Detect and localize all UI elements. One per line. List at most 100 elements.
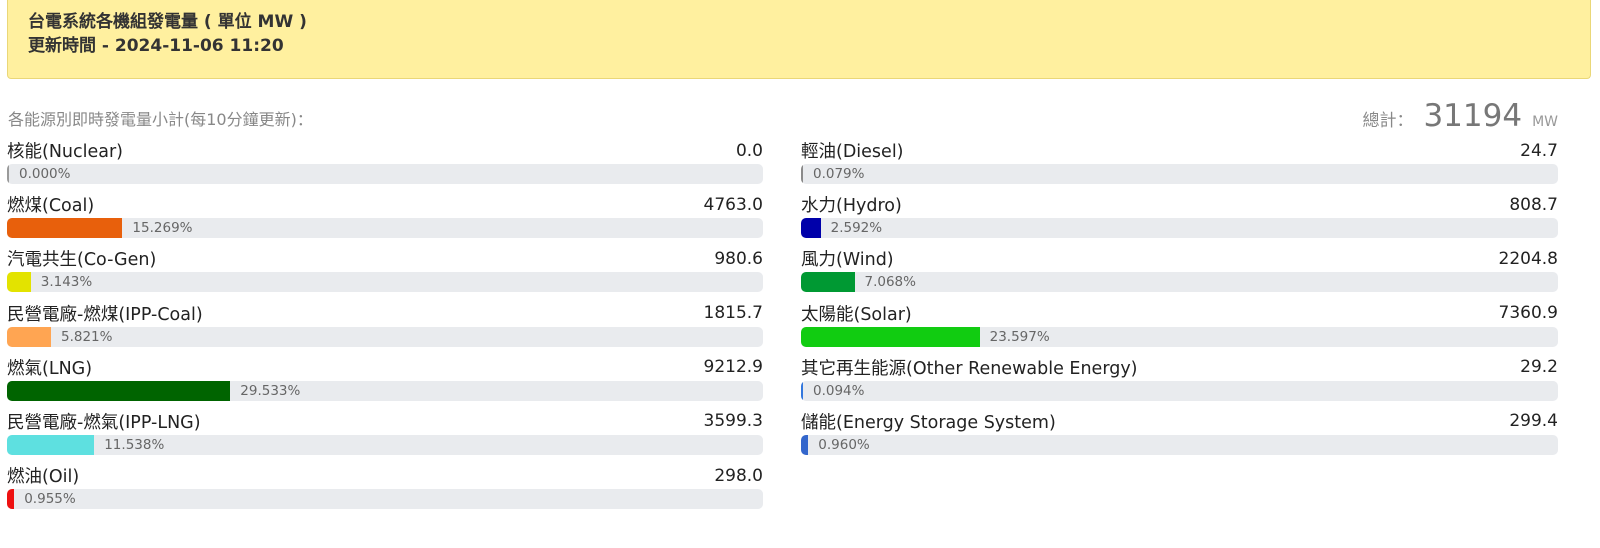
energy-row: 核能(Nuclear) 0.0 <box>7 138 763 163</box>
energy-item: 汽電共生(Co-Gen) 980.6 3.143% <box>7 246 763 300</box>
energy-name: 太陽能(Solar) <box>801 304 912 325</box>
energy-list-right: 輕油(Diesel) 24.7 0.079% 水力(Hydro) 808.7 2.592%… <box>801 138 1558 463</box>
percent-label: 0.079% <box>813 166 865 182</box>
page-title: 台電系統各機組發電量 ( 單位 MW ) <box>28 12 307 32</box>
energy-row: 其它再生能源(Other Renewable Energy) 29.2 <box>801 355 1558 380</box>
energy-item: 民營電廠-燃氣(IPP-LNG) 3599.3 11.538% <box>7 409 763 463</box>
progress-fill <box>7 164 9 184</box>
total-unit: MW <box>1532 114 1558 130</box>
percent-label: 5.821% <box>61 328 113 345</box>
energy-value: 29.2 <box>1520 357 1558 378</box>
progress-track: 5.821% <box>7 326 763 347</box>
energy-item: 燃油(Oil) 298.0 0.955% <box>7 463 763 517</box>
energy-name: 燃油(Oil) <box>7 467 80 488</box>
energy-item: 儲能(Energy Storage System) 299.4 0.960% <box>801 409 1558 463</box>
percent-label: 0.000% <box>19 166 71 182</box>
energy-row: 燃煤(Coal) 4763.0 <box>7 192 763 217</box>
energy-row: 燃氣(LNG) 9212.9 <box>7 355 763 380</box>
energy-value: 980.6 <box>714 248 763 269</box>
energy-name: 汽電共生(Co-Gen) <box>7 250 157 271</box>
progress-track: 3.143% <box>7 272 763 293</box>
total-value: 31194 <box>1423 98 1523 134</box>
percent-label: 3.143% <box>40 274 93 291</box>
percent-label: 29.533% <box>240 382 301 399</box>
progress-track: 7.068% <box>801 272 1558 293</box>
energy-name: 其它再生能源(Other Renewable Energy) <box>801 358 1138 379</box>
energy-name: 風力(Wind) <box>801 250 894 271</box>
progress-track: 15.269% <box>7 218 763 239</box>
energy-row: 汽電共生(Co-Gen) 980.6 <box>7 246 763 271</box>
percent-label: 2.592% <box>830 220 883 237</box>
energy-value: 4763.0 <box>703 194 763 215</box>
progress-fill <box>7 380 231 401</box>
energy-value: 24.7 <box>1520 140 1558 161</box>
progress-fill <box>801 434 809 455</box>
energy-value: 298.0 <box>714 465 763 486</box>
energy-item: 民營電廠-燃煤(IPP-Coal) 1815.7 5.821% <box>7 301 763 355</box>
percent-label: 23.597% <box>989 328 1050 345</box>
progress-track: 0.000% <box>7 164 763 184</box>
progress-fill <box>801 326 980 347</box>
progress-track: 0.079% <box>801 164 1558 184</box>
percent-label: 0.094% <box>813 382 865 399</box>
energy-item: 輕油(Diesel) 24.7 0.079% <box>801 138 1558 192</box>
progress-track: 2.592% <box>801 218 1558 239</box>
energy-item: 太陽能(Solar) 7360.9 23.597% <box>801 301 1558 355</box>
energy-row: 太陽能(Solar) 7360.9 <box>801 301 1558 326</box>
progress-fill <box>7 218 123 239</box>
percent-label: 11.538% <box>104 436 165 453</box>
energy-row: 水力(Hydro) 808.7 <box>801 192 1558 217</box>
progress-fill <box>801 164 803 184</box>
progress-fill <box>801 272 855 293</box>
total-summary: 總計： 31194 MW <box>1362 98 1558 134</box>
energy-item: 水力(Hydro) 808.7 2.592% <box>801 192 1558 246</box>
update-time: 更新時間 - 2024-11-06 11:20 <box>28 36 284 56</box>
energy-value: 7360.9 <box>1498 303 1558 324</box>
header-banner: 台電系統各機組發電量 ( 單位 MW ) 更新時間 - 2024-11-06 1… <box>7 0 1591 79</box>
progress-track: 0.955% <box>7 489 763 510</box>
energy-name: 燃氣(LNG) <box>7 358 93 379</box>
energy-name: 水力(Hydro) <box>801 196 902 217</box>
progress-fill <box>801 380 803 401</box>
energy-name: 燃煤(Coal) <box>7 196 95 217</box>
progress-track: 29.533% <box>7 380 763 401</box>
energy-value: 808.7 <box>1509 194 1558 215</box>
progress-track: 0.094% <box>801 380 1558 401</box>
energy-item: 燃氣(LNG) 9212.9 29.533% <box>7 355 763 409</box>
progress-track: 11.538% <box>7 434 763 455</box>
energy-item: 核能(Nuclear) 0.0 0.000% <box>7 138 763 192</box>
progress-fill <box>7 272 31 293</box>
energy-row: 民營電廠-燃氣(IPP-LNG) 3599.3 <box>7 409 763 434</box>
energy-item: 燃煤(Coal) 4763.0 15.269% <box>7 192 763 246</box>
energy-name: 儲能(Energy Storage System) <box>801 412 1056 433</box>
progress-fill <box>7 326 51 347</box>
progress-track: 0.960% <box>801 434 1558 455</box>
energy-list-left: 核能(Nuclear) 0.0 0.000% 燃煤(Coal) 4763.0 15.269… <box>7 138 763 517</box>
percent-label: 7.068% <box>864 274 916 291</box>
section-subtitle: 各能源別即時發電量小計(每10分鐘更新)： <box>8 110 313 129</box>
progress-track: 23.597% <box>801 326 1558 347</box>
percent-label: 15.269% <box>132 220 193 237</box>
energy-row: 輕油(Diesel) 24.7 <box>801 138 1558 163</box>
energy-value: 3599.3 <box>703 411 763 432</box>
energy-name: 民營電廠-燃氣(IPP-LNG) <box>7 412 201 433</box>
energy-name: 核能(Nuclear) <box>7 142 124 162</box>
energy-row: 民營電廠-燃煤(IPP-Coal) 1815.7 <box>7 301 763 326</box>
energy-item: 風力(Wind) 2204.8 7.068% <box>801 246 1558 300</box>
energy-value: 299.4 <box>1509 411 1558 432</box>
energy-row: 燃油(Oil) 298.0 <box>7 463 763 488</box>
energy-value: 2204.8 <box>1498 248 1558 269</box>
progress-fill <box>7 489 15 510</box>
energy-value: 1815.7 <box>703 303 763 324</box>
energy-value: 0.0 <box>735 140 763 161</box>
energy-item: 其它再生能源(Other Renewable Energy) 29.2 0.094% <box>801 355 1558 409</box>
percent-label: 0.955% <box>24 491 76 508</box>
energy-name: 民營電廠-燃煤(IPP-Coal) <box>7 304 203 325</box>
percent-label: 0.960% <box>818 436 870 453</box>
total-label: 總計： <box>1362 111 1414 131</box>
energy-value: 9212.9 <box>703 357 763 378</box>
progress-fill <box>7 434 95 455</box>
energy-row: 儲能(Energy Storage System) 299.4 <box>801 409 1558 434</box>
energy-name: 輕油(Diesel) <box>801 142 904 162</box>
progress-fill <box>801 218 821 239</box>
